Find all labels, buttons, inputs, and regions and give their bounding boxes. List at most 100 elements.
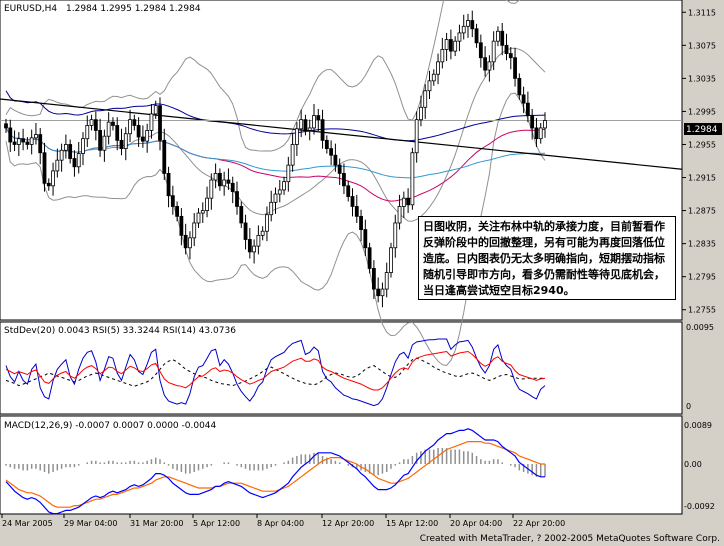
- time-tick-label: 12 Apr 20:00: [322, 519, 374, 528]
- candle-body: [525, 102, 530, 116]
- candle-body: [200, 210, 205, 214]
- candle-body: [359, 215, 363, 230]
- candle-body: [170, 195, 175, 207]
- candle-body: [34, 134, 38, 139]
- candle-body: [247, 239, 252, 253]
- macd-panel-title: MACD(12,26,9) -0.0007 0.0007 0.0000 -0.0…: [4, 421, 217, 431]
- candle-body: [166, 172, 171, 197]
- candle-body: [102, 135, 107, 151]
- candle-body: [307, 127, 312, 131]
- macd-tick-label: -0.0092: [684, 502, 715, 511]
- candle-body: [153, 105, 158, 115]
- candle-body: [419, 106, 423, 121]
- candle-body: [158, 105, 162, 141]
- candle-body: [376, 288, 381, 297]
- candle-body: [217, 172, 222, 187]
- indicator-tick-label: 0: [686, 402, 691, 411]
- candle-body: [25, 141, 30, 145]
- candle-body: [119, 139, 124, 150]
- macd-tick-label: 0.00: [684, 460, 702, 469]
- candle-body: [149, 113, 154, 131]
- price-tick-label: 1.3035: [688, 74, 716, 83]
- candle-body: [363, 229, 368, 249]
- price-tick-label: 1.3115: [688, 8, 716, 17]
- candle-body: [517, 77, 522, 96]
- candle-body: [145, 130, 150, 142]
- candle-body: [483, 57, 488, 71]
- candle-body: [128, 119, 132, 135]
- candle-body: [123, 133, 128, 150]
- candle-body: [222, 179, 227, 187]
- candle-body: [461, 25, 466, 34]
- indicator-tick-label: 0.0095: [686, 323, 714, 332]
- candle-body: [252, 245, 257, 253]
- candle-body: [209, 179, 214, 199]
- candle-body: [196, 212, 201, 224]
- candle-body: [8, 127, 13, 143]
- candle-body: [543, 120, 547, 129]
- candle-body: [188, 237, 192, 249]
- candle-body: [21, 138, 26, 143]
- candle-body: [406, 197, 411, 206]
- candle-body: [98, 130, 103, 151]
- time-tick-label: 29 Mar 04:00: [64, 519, 117, 528]
- price-tick-label: 1.2875: [688, 207, 716, 216]
- candle-body: [500, 30, 505, 46]
- candle-body: [414, 119, 419, 154]
- candle-body: [380, 288, 385, 297]
- candle-body: [260, 230, 265, 236]
- metatrader-window: 1.3115 1.3075 1.3035 1.2995 1.2955 1.2915 1.28…: [0, 0, 724, 546]
- candle-body: [474, 28, 479, 44]
- candle-body: [140, 136, 145, 142]
- candle-body: [106, 121, 111, 137]
- candle-body: [29, 137, 34, 145]
- candle-body: [423, 90, 428, 108]
- candle-body: [350, 196, 355, 207]
- candle-body: [277, 189, 282, 195]
- candle-body: [466, 20, 470, 27]
- candle-body: [316, 115, 321, 121]
- candle-body: [312, 115, 316, 129]
- candle-body: [513, 57, 517, 79]
- candle-body: [162, 139, 167, 174]
- candle-body: [68, 144, 73, 159]
- candle-body: [89, 119, 94, 126]
- candle-body: [38, 134, 43, 154]
- candle-body: [239, 206, 244, 224]
- candle-body: [115, 125, 120, 141]
- price-tick-label: 1.3075: [688, 41, 716, 50]
- ohlc-readout: 1.2984 1.2995 1.2984 1.2984: [66, 4, 201, 14]
- candle-body: [436, 61, 440, 75]
- candle-body: [235, 191, 239, 207]
- candle-body: [371, 268, 376, 290]
- candle-body: [478, 42, 483, 59]
- candle-body: [273, 193, 278, 203]
- candle-body: [183, 234, 188, 249]
- candle-body: [230, 182, 235, 192]
- price-tick-label: 1.2835: [688, 240, 716, 249]
- candle-body: [470, 20, 475, 30]
- candle-body: [534, 127, 539, 140]
- candle-body: [457, 32, 462, 42]
- candle-body: [397, 206, 402, 224]
- candle-body: [256, 234, 261, 247]
- candle-body: [59, 149, 64, 161]
- time-tick-label: 22 Apr 20:00: [513, 519, 565, 528]
- candle-body: [504, 44, 509, 54]
- candle-body: [299, 119, 304, 130]
- candle-body: [410, 152, 415, 206]
- candle-body: [55, 159, 60, 172]
- copyright-footer: Created with MetaTrader, ? 2002-2005 Met…: [419, 534, 720, 544]
- candle-body: [401, 197, 406, 207]
- candle-body: [354, 206, 359, 217]
- candle-body: [448, 39, 453, 52]
- analysis-note: 日图收阴，关注布林中轨的承接力度，目前暂看作反弹阶段中的回撤整理，另有可能为再度…: [418, 216, 676, 300]
- price-tick-label: 1.2795: [688, 273, 716, 282]
- candle-body: [491, 40, 496, 63]
- candle-body: [389, 247, 393, 273]
- candle-body: [63, 144, 68, 151]
- candle-body: [453, 40, 458, 52]
- candle-body: [132, 119, 137, 126]
- candle-body: [337, 164, 342, 174]
- candle-body: [269, 201, 274, 216]
